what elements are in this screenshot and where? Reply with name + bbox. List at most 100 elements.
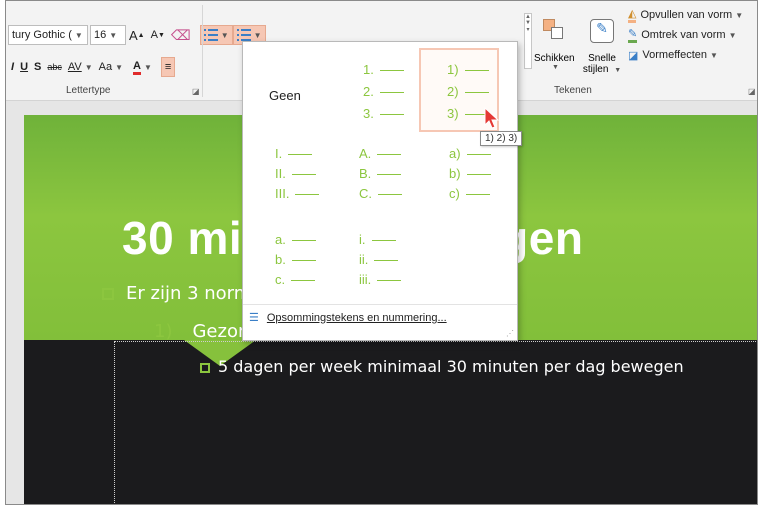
strikethrough-button[interactable]: abc [44, 57, 65, 77]
numbering-sample-line: 1) [447, 62, 489, 77]
shape-fill-label: Opvullen van vorm [640, 9, 733, 21]
numbering-option-arabic-period[interactable]: 1. 2. 3. [337, 50, 417, 134]
italic-button[interactable]: I [8, 57, 17, 77]
numbering-sample-line: 2) [447, 84, 489, 99]
square-bullet-icon [102, 288, 114, 300]
numbering-gallery: Geen 1. 2. 3. 1) 2) 3) I. II. III. A. B.… [242, 41, 518, 341]
numbering-sample-line: b. [275, 252, 316, 267]
group-divider [202, 5, 203, 97]
numbering-sample-line: a. [275, 232, 316, 247]
arrange-icon [543, 19, 565, 41]
dialog-launcher-icon[interactable]: ◪ [192, 87, 200, 96]
arrange-button[interactable]: Schikken ▼ [534, 19, 575, 71]
font-color-icon: A [133, 60, 141, 75]
shapes-gallery-scroll[interactable]: ▲ ▼ ▾ [524, 13, 532, 69]
numbering-option-alpha-upper[interactable]: A. B. C. [337, 140, 417, 224]
shape-outline-button[interactable]: ✎ Omtrek van vorm ▼ [628, 25, 743, 45]
bullets-icon [203, 29, 218, 41]
quick-styles-icon: ✎ [590, 19, 614, 43]
chevron-down-icon: ▼ [84, 62, 93, 72]
quick-styles-button[interactable]: ✎ Snelle stijlen ▼ [580, 19, 624, 75]
font-name-combo[interactable]: tury Gothic ( ▼ [8, 25, 88, 45]
change-case-button[interactable]: Aa ▼ [96, 57, 126, 77]
numbering-sample-line: 2. [363, 84, 404, 99]
font-name-value: tury Gothic ( [12, 29, 72, 41]
align-left-button[interactable]: ≡ [160, 57, 176, 77]
shape-effects-button[interactable]: ◪ Vormeffecten ▼ [628, 45, 743, 65]
chevron-down-icon: ▼ [115, 62, 124, 72]
list-settings-icon: ☰ [249, 312, 259, 324]
pen-icon: ✎ [628, 27, 638, 43]
strikethrough-icon: abc [47, 62, 62, 72]
character-spacing-button[interactable]: AV ▼ [65, 57, 96, 77]
group-label-lettertype: Lettertype [66, 85, 111, 96]
numbering-sample-line: B. [359, 166, 401, 181]
font-color-button[interactable]: A ▼ [130, 57, 155, 77]
eraser-icon: ⌫ [170, 26, 191, 43]
clear-formatting-button[interactable]: ⌫ [168, 25, 194, 45]
font-size-combo[interactable]: 16 ▼ [90, 25, 126, 45]
numbering-sample-line: C. [359, 186, 402, 201]
chevron-down-icon: ▼ [710, 50, 718, 60]
sub-bullet-text: 5 dagen per week minimaal 30 minuten per… [218, 357, 684, 376]
square-bullet-icon [200, 362, 210, 373]
numbering-option-none[interactable]: Geen [251, 50, 331, 134]
numbering-sample-line: 3. [363, 106, 404, 121]
numbering-sample-line: c. [275, 272, 315, 287]
numbering-sample-line: i. [359, 232, 396, 247]
bullet-level-3[interactable]: 5 dagen per week minimaal 30 minuten per… [200, 357, 684, 376]
bullets-and-numbering-label: Opsommingstekens en nummering... [266, 311, 447, 324]
shape-effects-label: Vormeffecten [642, 49, 708, 61]
numbering-sample-line: A. [359, 146, 401, 161]
quick-styles-label-1: Snelle [588, 53, 616, 64]
align-left-icon: ≡ [164, 61, 172, 73]
mouse-cursor-icon [484, 107, 500, 129]
bullets-and-numbering-link[interactable]: ☰ Opsommingstekens en nummering... [243, 304, 517, 330]
italic-icon: I [11, 61, 15, 73]
numbering-option-alpha-lower-period[interactable]: a. b. c. [251, 222, 331, 306]
group-label-tekenen: Tekenen [554, 85, 592, 96]
dialog-launcher-icon[interactable]: ◪ [748, 87, 756, 96]
item-number: 1) [154, 321, 173, 342]
numbering-sample-line: 3) [447, 106, 489, 121]
tooltip: 1) 2) 3) [480, 131, 523, 146]
numbering-icon [236, 29, 251, 41]
grow-font-icon: A [129, 27, 138, 43]
shape-outline-label: Omtrek van vorm [641, 29, 726, 41]
case-icon: Aa [98, 61, 113, 73]
paint-bucket-icon: ◭ [628, 7, 637, 23]
chevron-down-icon: ▼ [253, 30, 262, 40]
numbering-sample-line: I. [275, 146, 312, 161]
numbering-sample-line: 1. [363, 62, 404, 77]
quick-styles-label-2: stijlen ▼ [582, 64, 622, 75]
none-label: Geen [269, 88, 301, 103]
numbering-sample-line: III. [275, 186, 319, 201]
numbering-option-roman-upper[interactable]: I. II. III. [251, 140, 331, 224]
numbering-sample-line: II. [275, 166, 316, 181]
chevron-down-icon: ▼ [735, 10, 744, 20]
grow-font-button[interactable]: A ▲ [126, 25, 148, 45]
shadow-button[interactable]: S [31, 57, 44, 77]
numbering-sample-line: ii. [359, 252, 398, 267]
bullets-button[interactable]: ▼ [199, 25, 233, 45]
resize-grip-icon[interactable]: ⋰ [506, 329, 514, 338]
chevron-down-icon: ▼ [144, 62, 152, 72]
shape-fill-button[interactable]: ◭ Opvullen van vorm ▼ [628, 5, 743, 25]
chevron-down-icon: ▼ [220, 30, 229, 40]
spacing-icon: AV [67, 61, 82, 73]
font-size-value: 16 [94, 29, 107, 41]
arrange-label: Schikken [534, 53, 575, 64]
underline-button[interactable]: U [17, 57, 31, 77]
shadow-icon: S [34, 61, 42, 73]
powerpoint-window: tury Gothic ( ▼ 16 ▼ A ▲ A ▼ ⌫ ▼ ▼ I U S a [5, 0, 758, 505]
chevron-down-icon: ▼ [74, 30, 83, 40]
shrink-font-button[interactable]: A ▼ [148, 25, 168, 45]
chevron-down-icon: ▼ [728, 30, 737, 40]
chevron-down-icon: ▼ [109, 30, 118, 40]
shape-effects-icon: ◪ [628, 49, 639, 62]
numbering-option-roman-lower[interactable]: i. ii. iii. [337, 222, 417, 306]
numbering-sample-line: b) [449, 166, 491, 181]
numbering-sample-line: iii. [359, 272, 401, 287]
numbering-option-alpha-lower-paren[interactable]: a) b) c) [419, 140, 499, 224]
underline-icon: U [20, 61, 29, 73]
